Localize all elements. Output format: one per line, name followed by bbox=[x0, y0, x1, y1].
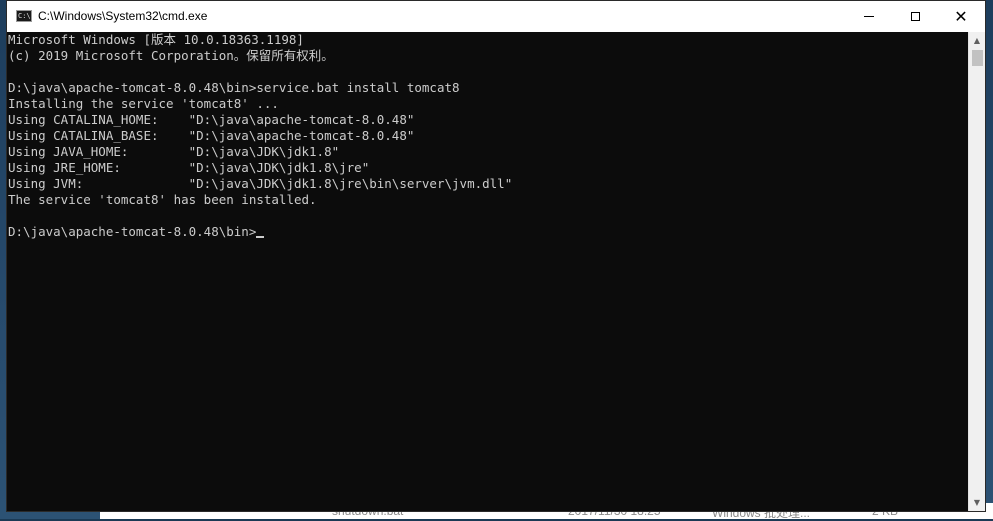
text-cursor bbox=[256, 236, 265, 238]
console-line: Microsoft Windows [版本 10.0.18363.1198] bbox=[8, 32, 304, 47]
vertical-scrollbar[interactable]: ▲ ▼ bbox=[968, 32, 985, 511]
console-output[interactable]: Microsoft Windows [版本 10.0.18363.1198] (… bbox=[7, 32, 969, 511]
console-line: Installing the service 'tomcat8' ... bbox=[8, 96, 279, 111]
console-line: Using JAVA_HOME: "D:\java\JDK\jdk1.8" bbox=[8, 144, 340, 159]
window-title: C:\Windows\System32\cmd.exe bbox=[38, 9, 208, 23]
console-line: (c) 2019 Microsoft Corporation。保留所有权利。 bbox=[8, 48, 334, 63]
minimize-icon bbox=[864, 16, 874, 17]
cmd-app-icon[interactable]: C:\ bbox=[16, 10, 32, 22]
minimize-button[interactable] bbox=[846, 1, 892, 32]
console-line: Using JVM: "D:\java\JDK\jdk1.8\jre\bin\s… bbox=[8, 176, 513, 191]
title-bar[interactable]: C:\ C:\Windows\System32\cmd.exe ✕ bbox=[7, 1, 985, 33]
scroll-down-arrow-icon[interactable]: ▼ bbox=[969, 494, 985, 511]
console-line: Using JRE_HOME: "D:\java\JDK\jdk1.8\jre" bbox=[8, 160, 370, 175]
console-line: The service 'tomcat8' has been installed… bbox=[8, 192, 317, 207]
close-icon: ✕ bbox=[954, 6, 968, 26]
scroll-up-arrow-icon[interactable]: ▲ bbox=[969, 32, 985, 49]
maximize-icon bbox=[910, 12, 920, 21]
scrollbar-thumb[interactable] bbox=[972, 50, 983, 66]
console-line: Using CATALINA_HOME: "D:\java\apache-tom… bbox=[8, 112, 415, 127]
command-prompt: D:\java\apache-tomcat-8.0.48\bin> bbox=[8, 224, 257, 239]
prompt-line[interactable]: D:\java\apache-tomcat-8.0.48\bin> bbox=[8, 224, 969, 240]
close-button[interactable]: ✕ bbox=[938, 1, 984, 32]
maximize-button[interactable] bbox=[892, 1, 938, 32]
cmd-window[interactable]: C:\ C:\Windows\System32\cmd.exe ✕ Micros… bbox=[6, 0, 986, 512]
console-line: Using CATALINA_BASE: "D:\java\apache-tom… bbox=[8, 128, 415, 143]
console-line: D:\java\apache-tomcat-8.0.48\bin>service… bbox=[8, 80, 460, 95]
